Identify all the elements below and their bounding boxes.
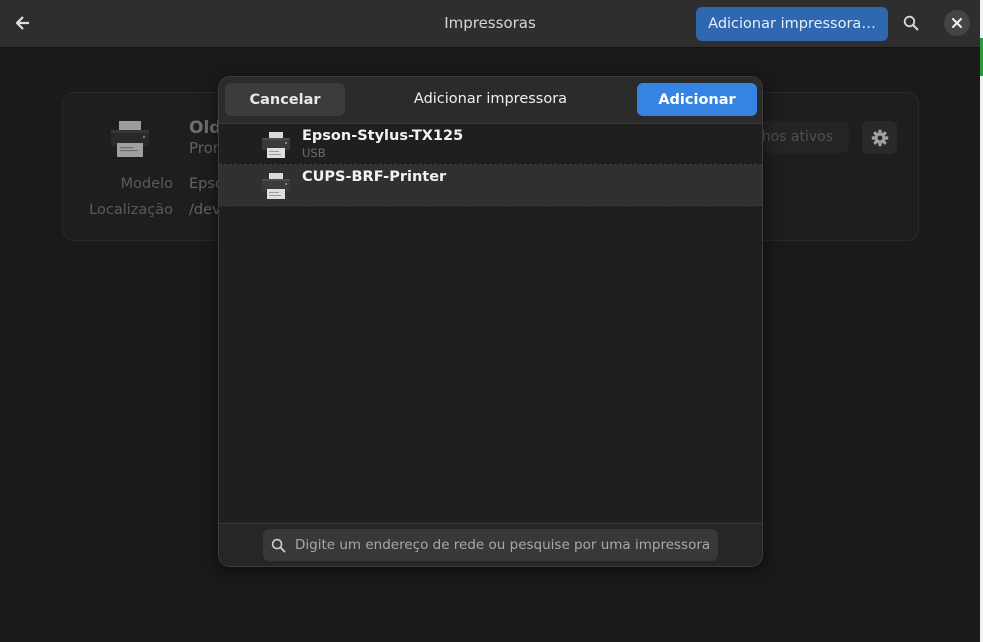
dialog-header: Cancelar Adicionar impressora Adicionar xyxy=(219,77,762,124)
close-icon xyxy=(952,18,962,28)
search-icon xyxy=(271,537,287,553)
printer-list-name: Epson-Stylus-TX125 xyxy=(302,128,464,144)
printer-list-name: CUPS-BRF-Printer xyxy=(302,169,447,185)
add-printer-button[interactable]: Adicionar impressora… xyxy=(696,7,888,41)
printer-search-input[interactable] xyxy=(293,536,718,554)
printer-list-connection: USB xyxy=(302,146,326,160)
dialog-footer xyxy=(219,523,762,566)
printers-window: Impressoras Adicionar impressora… Old Pr… xyxy=(0,0,980,642)
close-button[interactable] xyxy=(944,10,970,36)
add-button[interactable]: Adicionar xyxy=(637,83,757,116)
printer-icon xyxy=(261,130,291,164)
search-button[interactable] xyxy=(897,9,925,37)
printer-search-field[interactable] xyxy=(263,529,718,561)
add-printer-dialog: Cancelar Adicionar impressora Adicionar … xyxy=(218,76,763,567)
header-bar: Impressoras Adicionar impressora… xyxy=(0,0,980,48)
printer-icon xyxy=(261,171,291,205)
printer-list-item[interactable]: Epson-Stylus-TX125 USB xyxy=(219,124,762,165)
search-icon xyxy=(903,15,919,31)
printer-list-item[interactable]: CUPS-BRF-Printer xyxy=(219,165,762,206)
